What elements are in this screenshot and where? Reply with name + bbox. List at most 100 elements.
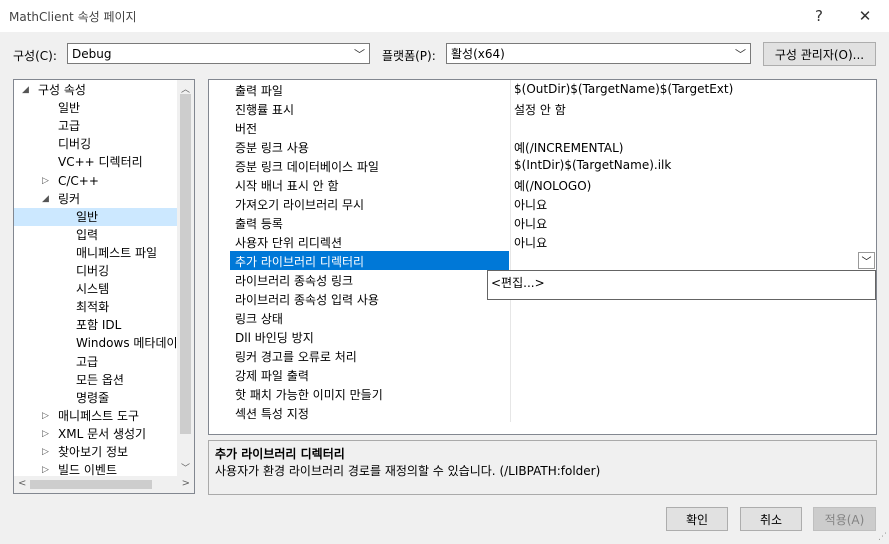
- ok-button[interactable]: 확인: [666, 507, 728, 531]
- apply-button[interactable]: 적용(A): [813, 507, 876, 531]
- tree-item-label: 일반: [58, 101, 81, 116]
- property-tree[interactable]: ◢ 구성 속성 일반 고급 디버깅 VC++ 디렉터리 ▷ C/C++ ◢ 링커 일반 입력 매니페스트…: [13, 79, 195, 494]
- tree-item[interactable]: VC++ 디렉터리: [14, 153, 178, 171]
- close-button[interactable]: ✕: [843, 0, 887, 32]
- column-divider: [510, 232, 511, 251]
- expand-arrow-icon[interactable]: ▷: [42, 443, 49, 461]
- column-divider: [510, 118, 511, 137]
- property-value[interactable]: 예(/INCREMENTAL): [514, 139, 623, 156]
- column-divider: [510, 346, 511, 365]
- property-value[interactable]: 아니요: [514, 196, 547, 213]
- column-divider: [510, 194, 511, 213]
- scroll-right-icon[interactable]: >: [182, 478, 190, 489]
- property-name: 라이브러리 종속성 입력 사용: [235, 293, 379, 307]
- column-divider: [510, 99, 511, 118]
- property-row[interactable]: 시작 배너 표시 안 함 예(/NOLOGO): [230, 175, 876, 194]
- tree-item[interactable]: Windows 메타데이: [14, 334, 178, 352]
- chevron-down-icon: ﹀: [861, 257, 872, 268]
- property-row[interactable]: 링커 경고를 오류로 처리: [230, 346, 876, 365]
- config-label: 구성(C):: [13, 49, 57, 63]
- tree-item[interactable]: 일반: [14, 207, 178, 226]
- property-name: Dll 바인딩 방지: [235, 331, 314, 345]
- scroll-down-icon[interactable]: ﹀: [181, 461, 190, 474]
- tree-item[interactable]: 시스템: [14, 280, 178, 298]
- property-row[interactable]: 사용자 단위 리디렉션 아니요: [230, 232, 876, 251]
- description-panel: 추가 라이브러리 디렉터리 사용자가 환경 라이브러리 경로를 재정의할 수 있…: [208, 440, 877, 495]
- dropdown-popup[interactable]: <편집...>: [487, 270, 876, 300]
- property-row[interactable]: Dll 바인딩 방지: [230, 327, 876, 346]
- tree-item[interactable]: 고급: [14, 117, 178, 135]
- tree-item[interactable]: 일반: [14, 99, 178, 117]
- help-button[interactable]: ?: [797, 0, 841, 32]
- property-name: 진행률 표시: [235, 103, 295, 117]
- property-grid[interactable]: 출력 파일 $(OutDir)$(TargetName)$(TargetExt) 진…: [208, 79, 877, 435]
- tree-item-label: 명령줄: [76, 390, 110, 405]
- description-title: 추가 라이브러리 디렉터리: [215, 447, 345, 461]
- property-row[interactable]: 추가 라이브러리 디렉터리 ﹀: [230, 251, 876, 270]
- tree-item-label: VC++ 디렉터리: [58, 155, 143, 170]
- property-value[interactable]: 예(/NOLOGO): [514, 177, 591, 194]
- tree-item[interactable]: ▷ C/C++: [14, 172, 178, 190]
- tree-item[interactable]: 매니페스트 파일: [14, 244, 178, 262]
- tree-scroll-thumb[interactable]: [180, 94, 191, 434]
- tree-item[interactable]: 모든 옵션: [14, 371, 178, 389]
- property-row[interactable]: 진행률 표시 설정 안 함: [230, 99, 876, 118]
- tree-item-label: 입력: [76, 227, 99, 242]
- tree-item[interactable]: 최적화: [14, 298, 178, 316]
- property-value[interactable]: 아니요: [514, 215, 547, 232]
- config-combo[interactable]: Debug ﹀: [67, 43, 370, 64]
- column-divider: [510, 80, 511, 99]
- expand-arrow-icon[interactable]: ▷: [42, 172, 49, 190]
- collapse-arrow-icon[interactable]: ◢: [22, 81, 29, 99]
- scroll-left-icon[interactable]: <: [18, 478, 26, 489]
- property-row[interactable]: 가져오기 라이브러리 무시 아니요: [230, 194, 876, 213]
- collapse-arrow-icon[interactable]: ◢: [42, 190, 49, 208]
- tree-vertical-scrollbar[interactable]: ︿ ﹀: [177, 80, 194, 476]
- tree-item[interactable]: ◢ 구성 속성: [14, 81, 178, 99]
- tree-horizontal-scrollbar[interactable]: < >: [14, 476, 194, 493]
- tree-item[interactable]: 입력: [14, 226, 178, 244]
- property-value[interactable]: $(IntDir)$(TargetName).ilk: [514, 158, 671, 172]
- property-row[interactable]: 섹션 특성 지정: [230, 403, 876, 422]
- tree-item[interactable]: 디버깅: [14, 135, 178, 153]
- tree-item[interactable]: 고급: [14, 353, 178, 371]
- config-manager-button[interactable]: 구성 관리자(O)...: [763, 42, 876, 66]
- property-name: 가져오기 라이브러리 무시: [235, 198, 365, 212]
- resize-gripper-icon[interactable]: ⋰: [878, 532, 887, 542]
- column-divider: [510, 213, 511, 232]
- property-row[interactable]: 링크 상태: [230, 308, 876, 327]
- tree-item-label: 최적화: [76, 300, 110, 315]
- expand-arrow-icon[interactable]: ▷: [42, 425, 49, 443]
- property-value[interactable]: 설정 안 함: [514, 101, 566, 118]
- property-row[interactable]: 출력 등록 아니요: [230, 213, 876, 232]
- tree-item[interactable]: ◢ 링커: [14, 190, 178, 208]
- platform-combo[interactable]: 활성(x64) ﹀: [446, 43, 751, 64]
- column-divider: [510, 365, 511, 384]
- description-text: 사용자가 환경 라이브러리 경로를 재정의할 수 있습니다. (/LIBPATH…: [215, 464, 601, 478]
- value-dropdown-button[interactable]: ﹀: [858, 252, 875, 269]
- tree-item-label: 모든 옵션: [76, 372, 124, 387]
- column-divider: [510, 327, 511, 346]
- property-row[interactable]: 출력 파일 $(OutDir)$(TargetName)$(TargetExt): [230, 80, 876, 99]
- tree-item-label: 디버깅: [58, 137, 92, 152]
- cancel-button[interactable]: 취소: [740, 507, 802, 531]
- property-row[interactable]: 증분 링크 사용 예(/INCREMENTAL): [230, 137, 876, 156]
- expand-arrow-icon[interactable]: ▷: [42, 407, 49, 425]
- tree-item[interactable]: 포함 IDL: [14, 316, 178, 334]
- property-row[interactable]: 버전: [230, 118, 876, 137]
- property-row[interactable]: 증분 링크 데이터베이스 파일 $(IntDir)$(TargetName).il…: [230, 156, 876, 175]
- edit-option[interactable]: <편집...>: [491, 274, 545, 291]
- property-row[interactable]: 핫 패치 가능한 이미지 만들기: [230, 384, 876, 403]
- tree-item[interactable]: ▷ 매니페스트 도구: [14, 407, 178, 425]
- property-row[interactable]: 강제 파일 출력: [230, 365, 876, 384]
- tree-item[interactable]: ▷ 찾아보기 정보: [14, 443, 178, 461]
- column-divider: [510, 403, 511, 422]
- tree-hscroll-thumb[interactable]: [30, 480, 152, 489]
- property-value[interactable]: 아니요: [514, 234, 547, 251]
- tree-item-label: 매니페스트 도구: [58, 408, 140, 423]
- tree-item-label: 일반: [76, 209, 99, 224]
- property-value[interactable]: $(OutDir)$(TargetName)$(TargetExt): [514, 82, 733, 96]
- tree-item[interactable]: ▷ XML 문서 생성기: [14, 425, 178, 443]
- tree-item[interactable]: 명령줄: [14, 389, 178, 407]
- tree-item[interactable]: 디버깅: [14, 262, 178, 280]
